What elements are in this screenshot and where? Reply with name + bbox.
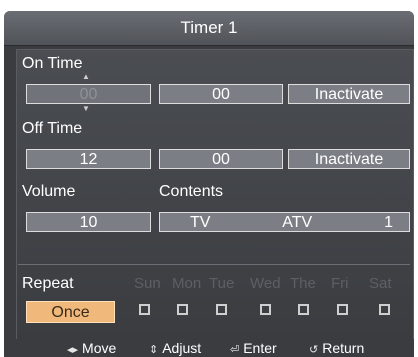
- day-tue: Tue: [209, 275, 235, 292]
- checkbox-sat[interactable]: [379, 304, 390, 315]
- off-time-label: Off Time: [22, 120, 83, 137]
- left-right-arrows-icon: ◂▸: [67, 344, 79, 356]
- day-fri: Fri: [331, 275, 349, 292]
- dialog-title: Timer 1: [4, 11, 414, 46]
- volume-field[interactable]: 10: [26, 212, 151, 232]
- contents-channel: 1: [384, 214, 393, 231]
- day-sun: Sun: [134, 275, 161, 292]
- repeat-label: Repeat: [22, 275, 74, 292]
- up-arrow-icon[interactable]: ▲: [82, 73, 90, 81]
- day-mon: Mon: [172, 275, 202, 292]
- on-time-minute-field[interactable]: 00: [159, 84, 283, 104]
- checkbox-thu[interactable]: [298, 304, 309, 315]
- contents-label: Contents: [159, 183, 224, 200]
- volume-label: Volume: [22, 183, 76, 200]
- footer-move: ◂▸ Move: [67, 340, 117, 356]
- contents-field[interactable]: TV ATV 1: [159, 212, 410, 232]
- checkbox-fri[interactable]: [337, 304, 348, 315]
- enter-icon: ⏎: [230, 344, 240, 356]
- contents-band: ATV: [282, 214, 313, 231]
- day-wed: Wed: [250, 275, 281, 292]
- day-thu: The: [290, 275, 316, 292]
- off-time-status-field[interactable]: Inactivate: [288, 149, 410, 169]
- up-down-arrows-icon: ⇕: [149, 344, 159, 356]
- footer-adjust: ⇕ Adjust: [149, 340, 202, 356]
- on-time-label: On Time: [22, 55, 83, 72]
- return-icon: ↺: [309, 344, 319, 356]
- down-arrow-icon[interactable]: ▼: [82, 105, 90, 113]
- on-time-status-field[interactable]: Inactivate: [288, 84, 410, 104]
- checkbox-sun[interactable]: [139, 304, 150, 315]
- footer-enter: ⏎ Enter: [230, 340, 277, 356]
- checkbox-mon[interactable]: [177, 304, 188, 315]
- footer-return: ↺ Return: [309, 340, 365, 356]
- checkbox-wed[interactable]: [260, 304, 271, 315]
- timer-dialog: Timer 1 On Time ▲ 00 ▼ 00 Inactivate Off…: [4, 11, 414, 357]
- divider: [18, 264, 410, 265]
- day-sat: Sat: [369, 275, 392, 292]
- contents-source: TV: [190, 214, 211, 231]
- off-time-minute-field[interactable]: 00: [159, 149, 283, 169]
- on-time-hour-field[interactable]: 00: [26, 84, 151, 104]
- help-bar: ◂▸ Move ⇕ Adjust ⏎ Enter ↺ Return: [4, 339, 414, 357]
- repeat-once-button[interactable]: Once: [26, 301, 115, 323]
- checkbox-tue[interactable]: [216, 304, 227, 315]
- off-time-hour-field[interactable]: 12: [26, 149, 151, 169]
